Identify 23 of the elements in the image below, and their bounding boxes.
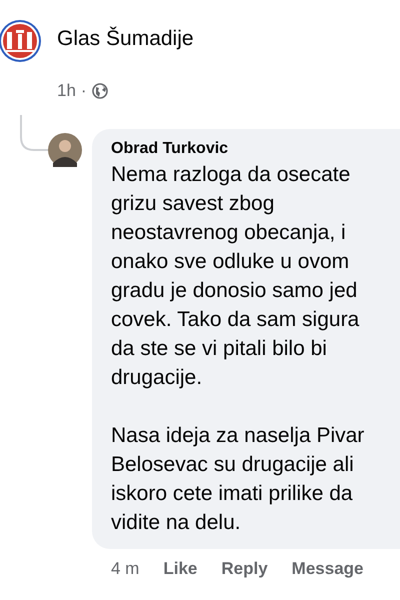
logo-icon (0, 19, 42, 63)
comment-text: da ste se vi pitali bilo bi (111, 336, 328, 362)
comment-text: drugacije. (111, 365, 204, 391)
comment-text: Nasa ideja za naselja Pivar (111, 423, 366, 449)
page-name[interactable]: Glas Šumadije (57, 26, 194, 52)
comment-text: vidite na delu. (111, 510, 242, 536)
comment-text: covek. Tako da sam sigura (111, 307, 360, 333)
comment-text: Belosevac su drugacije ali (111, 452, 355, 478)
comment-text: iskoro cete imati prilike da (111, 481, 354, 507)
commenter-name[interactable]: Obrad Turkovic (111, 138, 400, 160)
comment-text: gradu je donosio samo jed (111, 278, 358, 304)
comment-text: grizu savest zbog (111, 191, 276, 217)
post-time: 1h (57, 81, 76, 101)
separator-dot: · (80, 81, 87, 101)
comment-time: 4 m (111, 559, 140, 579)
comment-text: onako sve odluke u ovom (111, 249, 350, 275)
globe-icon (92, 83, 108, 99)
avatar[interactable] (48, 133, 82, 167)
action-link[interactable]: Reply (221, 559, 268, 579)
comment-text: neostavrenog obecanja, i (111, 220, 347, 246)
action-link[interactable]: Message (292, 559, 364, 579)
comment-text: Nema razloga da osecate (111, 162, 352, 188)
action-link[interactable]: Like (163, 559, 198, 579)
